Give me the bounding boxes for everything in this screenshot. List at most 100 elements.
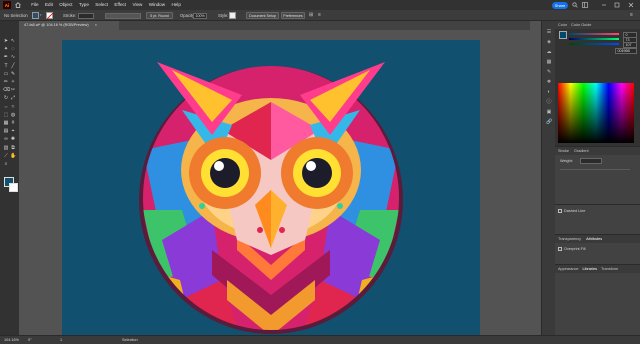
close-icon[interactable] — [627, 1, 635, 9]
perspective-grid-tool-icon[interactable]: ▦ — [3, 120, 9, 126]
layers-panel-icon[interactable]: ◈ — [546, 39, 552, 45]
mesh-tool-icon[interactable]: # — [10, 120, 16, 126]
artboard-number[interactable]: 1 — [60, 338, 62, 342]
lasso-tool-icon[interactable]: ◌ — [10, 46, 16, 52]
artboard[interactable] — [62, 40, 480, 336]
scale-tool-icon[interactable]: ⤢ — [10, 95, 16, 101]
symbol-sprayer-tool-icon[interactable]: ✺ — [10, 136, 16, 142]
curvature-tool-icon[interactable]: ∿ — [10, 54, 16, 60]
properties-panel-icon[interactable]: ☰ — [546, 29, 552, 35]
artboard-tool-icon[interactable]: ⧉ — [10, 145, 16, 151]
blue-slider[interactable] — [569, 43, 619, 45]
brushes-panel-icon[interactable]: ✎ — [546, 69, 552, 75]
more-options-icon[interactable]: ≡ — [318, 12, 321, 18]
menu-help[interactable]: Help — [168, 0, 184, 10]
menu-file[interactable]: File — [28, 0, 42, 10]
rotate-tool-icon[interactable]: ↻ — [3, 95, 9, 101]
info-panel-icon[interactable]: ⓘ — [546, 99, 552, 105]
red-slider[interactable] — [569, 33, 619, 35]
fill-swatch[interactable] — [32, 12, 39, 19]
menu-effect[interactable]: Effect — [111, 0, 129, 10]
document-tab[interactable]: 47-fa5.ai* @ 104.16 % (RGB/Preview) × — [19, 21, 119, 30]
selection-tool-icon[interactable]: ➤ — [3, 38, 9, 44]
line-tool-icon[interactable]: ╱ — [10, 63, 16, 69]
stroke-swatch[interactable] — [46, 12, 54, 20]
eraser-tool-icon[interactable]: ⌫ — [3, 87, 10, 93]
tab-stroke[interactable]: Stroke — [558, 149, 569, 153]
opacity-field[interactable]: 100% — [193, 12, 207, 19]
zoom-level[interactable]: 104.16% — [4, 338, 19, 342]
variable-width-field[interactable] — [105, 12, 141, 19]
column-graph-tool-icon[interactable]: ▥ — [3, 145, 9, 151]
scissors-tool-icon[interactable]: ✂ — [10, 87, 16, 93]
navigator-panel-icon[interactable]: ▣ — [546, 109, 552, 115]
pencil-tool-icon[interactable]: ✏ — [3, 79, 9, 85]
blue-value[interactable]: 107 — [623, 41, 637, 48]
graphic-styles-panel-icon[interactable]: ◐ — [546, 89, 552, 95]
fill-dropdown-icon[interactable]: ▾ — [40, 13, 42, 17]
menu-edit[interactable]: Edit — [42, 0, 56, 10]
document-setup-button[interactable]: Document Setup — [246, 12, 279, 19]
weight-label: Weight: — [560, 159, 573, 163]
type-tool-icon[interactable]: T — [3, 63, 9, 69]
dashed-line-checkbox[interactable] — [558, 209, 562, 213]
menu-object[interactable]: Object — [56, 0, 76, 10]
preferences-button[interactable]: Preferences — [281, 12, 305, 19]
color-fill-swatch[interactable] — [559, 31, 567, 39]
panel-menu-icon[interactable]: ≡ — [630, 12, 633, 18]
menu-view[interactable]: View — [129, 0, 145, 10]
green-slider[interactable] — [569, 38, 619, 40]
workspace-switcher-icon[interactable] — [581, 1, 589, 9]
share-button[interactable]: Share — [552, 1, 568, 9]
brush-dropdown[interactable]: 5 pt. Round — [146, 12, 173, 19]
tab-transparency[interactable]: Transparency — [558, 237, 581, 241]
shape-builder-tool-icon[interactable]: ◍ — [10, 112, 16, 118]
blend-tool-icon[interactable]: ∞ — [3, 136, 9, 142]
color-spectrum[interactable] — [558, 83, 634, 143]
weight-field[interactable] — [580, 158, 602, 164]
warp-tool-icon[interactable]: ≈ — [10, 104, 16, 110]
magic-wand-tool-icon[interactable]: ✦ — [3, 46, 9, 52]
eyedropper-tool-icon[interactable]: ⌖ — [10, 128, 16, 134]
home-icon[interactable] — [15, 2, 21, 8]
maximize-icon[interactable] — [613, 1, 621, 9]
menu-type[interactable]: Type — [76, 0, 92, 10]
owl-illustration[interactable] — [62, 40, 480, 336]
hand-tool-icon[interactable]: ✋ — [10, 153, 16, 159]
direct-selection-tool-icon[interactable]: ↖ — [10, 38, 16, 44]
minimize-icon[interactable] — [600, 1, 608, 9]
tab-gradient[interactable]: Gradient — [574, 149, 589, 153]
swatches-panel-icon[interactable]: ▦ — [546, 59, 552, 65]
style-swatch[interactable] — [229, 12, 236, 19]
overprint-fill-checkbox[interactable] — [558, 247, 562, 251]
paintbrush-tool-icon[interactable]: ✎ — [10, 71, 16, 77]
rotate-view-value[interactable]: 0° — [28, 338, 32, 342]
rectangle-tool-icon[interactable]: ▭ — [3, 71, 9, 77]
align-icon[interactable]: ⊞ — [309, 12, 313, 18]
tab-color[interactable]: Color — [558, 23, 567, 27]
canvas-area[interactable] — [19, 30, 530, 336]
gradient-tool-icon[interactable]: ▤ — [3, 128, 9, 134]
tab-attributes[interactable]: Attributes — [586, 237, 602, 241]
symbols-panel-icon[interactable]: ❖ — [546, 79, 552, 85]
slice-tool-icon[interactable]: ⟋ — [3, 153, 9, 159]
tab-transform[interactable]: Transform — [601, 267, 618, 271]
tab-appearance[interactable]: Appearance — [558, 267, 578, 271]
menu-window[interactable]: Window — [146, 0, 169, 10]
libraries-panel-icon[interactable]: ☁ — [546, 49, 552, 55]
hex-value[interactable]: 00496B — [615, 48, 637, 54]
width-tool-icon[interactable]: ⇔ — [3, 104, 9, 110]
tab-libraries[interactable]: Libraries — [582, 267, 597, 271]
zoom-tool-icon[interactable]: ⌕ — [3, 161, 9, 167]
tab-color-guide[interactable]: Color Guide — [571, 23, 591, 27]
links-panel-icon[interactable]: 🔗 — [546, 119, 552, 125]
close-tab-icon[interactable]: × — [95, 23, 97, 27]
shaper-tool-icon[interactable]: ✧ — [10, 79, 16, 85]
stroke-weight-field[interactable] — [78, 12, 94, 19]
menu-select[interactable]: Select — [92, 0, 111, 10]
stroke-color-swatch[interactable] — [9, 183, 18, 192]
free-transform-tool-icon[interactable]: ⬚ — [3, 112, 9, 118]
menu-items: File Edit Object Type Select Effect View… — [28, 0, 184, 10]
search-icon[interactable] — [571, 1, 579, 9]
pen-tool-icon[interactable]: ✒ — [3, 54, 9, 60]
